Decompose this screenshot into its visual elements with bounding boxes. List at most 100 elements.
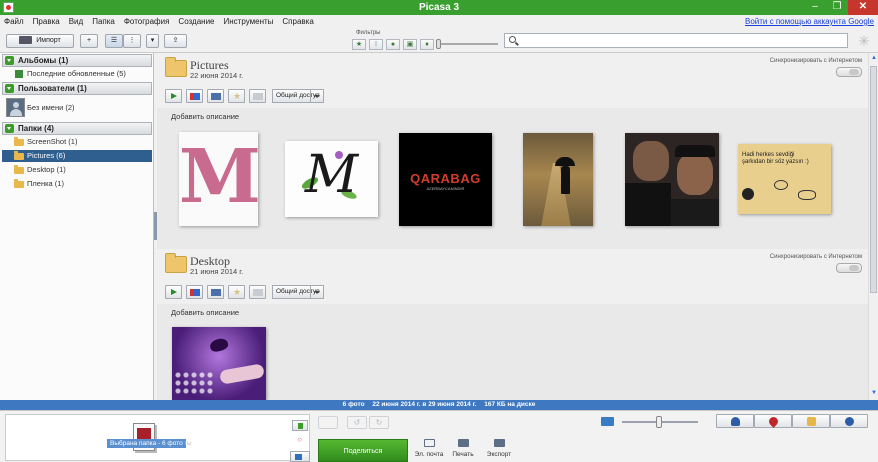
bottom-panel: Выбрана папка - 6 фото ты ○ ↺ ↻ Поделить… — [0, 410, 878, 462]
sidebar-item-pictures[interactable]: Pictures (6) — [2, 150, 152, 162]
menu-item[interactable]: Инструменты — [224, 17, 274, 26]
sync-toggle[interactable] — [836, 67, 862, 77]
play-icon — [171, 289, 177, 295]
collapse-toggle-icon[interactable] — [5, 56, 14, 65]
album-folder-icon — [165, 253, 187, 273]
photo-thumbnail[interactable]: M — [179, 132, 258, 226]
toolbar: Импорт + ☰ ⋮ ▾ ⇪ Фильтры ★ ⇧ ● ▣ ♦ ✳ — [0, 29, 878, 53]
add-description[interactable]: Добавить описание — [171, 112, 239, 121]
photo-thumbnail[interactable] — [625, 133, 719, 226]
tags-panel-button[interactable] — [792, 414, 830, 428]
album-star-button[interactable]: ★ — [228, 285, 245, 299]
share-dropdown[interactable]: Общий доступ — [272, 89, 324, 103]
menu-item[interactable]: Фотография — [124, 17, 170, 26]
people-panel-button[interactable] — [716, 414, 754, 428]
print-button[interactable]: Печать — [445, 439, 481, 462]
tree-view-button[interactable]: ⋮ — [123, 34, 141, 48]
collapse-toggle-icon[interactable] — [5, 124, 14, 133]
thumbnail-size-icon — [601, 417, 614, 426]
sidebar-item-recent[interactable]: Последние обновленные (5) — [2, 68, 152, 80]
photo-thumbnail[interactable]: M — [285, 141, 378, 217]
add-description[interactable]: Добавить описание — [171, 308, 239, 317]
email-button[interactable]: Эл. почта — [411, 439, 447, 462]
sidebar-item-film[interactable]: Пленка (1) — [2, 178, 152, 190]
zoom-knob[interactable] — [656, 416, 662, 428]
import-button[interactable]: Импорт — [6, 34, 74, 48]
folders-section-title: Папки (4) — [18, 124, 54, 133]
collapse-toggle-icon[interactable] — [5, 84, 14, 93]
albums-section-header[interactable]: Альбомы (1) — [2, 54, 152, 67]
blank-edit-button[interactable] — [318, 416, 338, 429]
properties-icon — [253, 289, 263, 296]
photo-thumbnail[interactable] — [172, 327, 266, 400]
add-tag-button[interactable] — [290, 451, 310, 462]
menu-item[interactable]: Файл — [4, 17, 24, 26]
export-button[interactable]: Экспорт — [481, 439, 517, 462]
search-box[interactable] — [504, 33, 848, 48]
share-dropdown[interactable]: Общий доступ — [272, 285, 324, 299]
sync-toggle[interactable] — [836, 263, 862, 273]
movie-button[interactable] — [207, 285, 224, 299]
filter-starred-button[interactable]: ★ — [352, 39, 366, 50]
menu-item[interactable]: Правка — [33, 17, 60, 26]
chevron-down-icon[interactable] — [310, 286, 323, 298]
tray-selection-label: Выбрана папка - 6 фото — [107, 439, 186, 448]
hold-pin-button[interactable] — [292, 420, 308, 431]
slider-knob[interactable] — [436, 39, 441, 49]
main-scrollbar[interactable]: ▲ ▼ — [868, 53, 878, 400]
collage-button[interactable] — [186, 285, 203, 299]
grid-view-button[interactable]: ☰ — [105, 34, 123, 48]
rotate-right-button[interactable]: ↻ — [369, 416, 389, 429]
scroll-up-icon[interactable]: ▲ — [870, 55, 878, 63]
rotate-left-button[interactable]: ↺ — [347, 416, 367, 429]
filter-uploaded-button[interactable]: ⇧ — [369, 39, 383, 50]
album-star-button[interactable]: ★ — [228, 89, 245, 103]
places-panel-button[interactable] — [754, 414, 792, 428]
scrollbar-thumb[interactable] — [870, 66, 877, 293]
collage-icon — [190, 289, 200, 296]
google-account-link[interactable]: Войти с помощью аккаунта Google — [745, 17, 874, 26]
menu-bar: Файл Правка Вид Папка Фотография Создание Инст… — [0, 15, 878, 29]
close-button[interactable]: ✕ — [848, 0, 878, 15]
menu-item[interactable]: Папка — [92, 17, 115, 26]
search-input[interactable] — [521, 35, 841, 46]
movie-button[interactable] — [207, 89, 224, 103]
sidebar-item-screenshot[interactable]: ScreenShot (1) — [2, 136, 152, 148]
filter-geotag-button[interactable]: ♦ — [420, 39, 434, 50]
library-view: Pictures 22 июня 2014 г. Синхронизироват… — [157, 53, 868, 400]
menu-item[interactable]: Вид — [69, 17, 83, 26]
info-panel-button[interactable] — [830, 414, 868, 428]
people-section-header[interactable]: Пользователи (1) — [2, 82, 152, 95]
photo-thumbnail[interactable]: Hadi herkes sevdiği şarkıdan bir söz yaz… — [738, 144, 831, 214]
album-properties-button[interactable] — [249, 285, 266, 299]
cap-art — [675, 145, 715, 157]
sidebar-item-desktop[interactable]: Desktop (1) — [2, 164, 152, 176]
slideshow-button[interactable] — [165, 89, 182, 103]
date-filter-slider[interactable] — [436, 39, 498, 49]
filter-faces-button[interactable]: ● — [386, 39, 400, 50]
photo-thumbnail[interactable] — [523, 133, 593, 226]
thumbnail-zoom-slider[interactable] — [622, 416, 698, 428]
album-properties-button[interactable] — [249, 89, 266, 103]
filter-video-button[interactable]: ▣ — [403, 39, 417, 50]
menu-item[interactable]: Создание — [178, 17, 214, 26]
clear-tray-button[interactable]: ○ — [294, 436, 305, 445]
share-button[interactable]: Поделиться — [318, 439, 408, 462]
folders-section-header[interactable]: Папки (4) — [2, 122, 152, 135]
sidebar-item-unnamed-person[interactable]: Без имени (2) — [2, 98, 152, 118]
scroll-down-icon[interactable]: ▼ — [870, 390, 878, 398]
upload-button[interactable]: ⇪ — [164, 34, 187, 48]
view-dropdown-button[interactable]: ▾ — [146, 34, 159, 48]
star-icon: ★ — [232, 287, 242, 297]
photo-thumbnail[interactable]: QARABAG AZERBAYCANINDIR — [399, 133, 492, 226]
slideshow-button[interactable] — [165, 285, 182, 299]
chevron-down-icon[interactable] — [310, 90, 323, 102]
minimize-button[interactable]: – — [804, 0, 826, 15]
menu-item[interactable]: Справка — [282, 17, 313, 26]
star-icon: ★ — [232, 91, 242, 101]
maximize-button[interactable]: ❐ — [826, 0, 848, 15]
add-to-album-button[interactable]: + — [80, 34, 98, 48]
window-title: Picasa 3 — [418, 2, 460, 13]
title-bar: Picasa 3 – ❐ ✕ — [0, 0, 878, 15]
collage-button[interactable] — [186, 89, 203, 103]
